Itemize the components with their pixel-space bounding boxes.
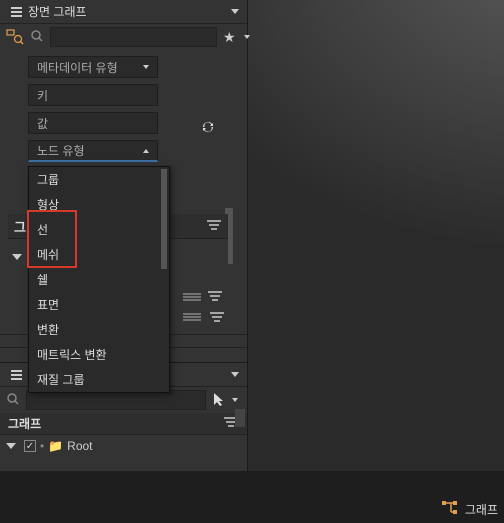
metadata-type-dropdown[interactable]: 메타데이터 유형	[28, 56, 158, 78]
node-type-option[interactable]: 재질 그룹	[29, 367, 169, 392]
panel2-graph: 그래프 ✓ • 📁 Root	[0, 413, 247, 457]
dropdown-scrollbar[interactable]	[161, 169, 167, 269]
metadata-type-label: 메타데이터 유형	[37, 59, 118, 76]
search-icon	[6, 392, 20, 409]
expand-icon[interactable]	[6, 443, 16, 449]
tab-graph-label: 그래프	[465, 501, 498, 518]
node-type-option[interactable]: 매트릭스 변환	[29, 342, 169, 367]
graph-tab-icon	[441, 500, 459, 519]
tab-graph[interactable]: 그래프	[441, 500, 498, 519]
panel1-search-row: ★	[0, 24, 247, 50]
node-type-option[interactable]: 메쉬	[29, 242, 169, 267]
chevron-down-icon[interactable]	[231, 372, 239, 377]
filter-icon[interactable]	[209, 310, 225, 327]
node-type-label: 노드 유형	[37, 142, 85, 159]
node-type-option[interactable]: 선	[29, 217, 169, 242]
key-field[interactable]: 키	[28, 84, 158, 106]
refresh-button[interactable]	[197, 116, 219, 138]
node-type-option[interactable]: 표면	[29, 292, 169, 317]
cursor-icon[interactable]	[212, 391, 226, 410]
panel2-search-input[interactable]	[26, 390, 206, 410]
value-field[interactable]: 값	[28, 112, 158, 134]
node-type-options-list: 그룹 형상 선 메쉬 쉘 표면 변환 매트릭스 변환 재질 그룹	[28, 166, 170, 393]
filter-icon[interactable]	[207, 289, 223, 306]
node-type-dropdown[interactable]: 노드 유형	[28, 140, 158, 162]
root-label: Root	[67, 439, 92, 453]
chevron-down-icon[interactable]	[231, 9, 239, 14]
list-icon	[8, 368, 22, 382]
panel2-scrollbar[interactable]	[235, 409, 245, 427]
node-type-option[interactable]: 그룹	[29, 167, 169, 192]
favorites-menu-chevron[interactable]	[244, 35, 250, 39]
menu-icon[interactable]	[183, 310, 201, 324]
bottom-bar: 그래프	[0, 471, 504, 523]
value-label: 값	[37, 115, 48, 132]
favorites-icon[interactable]: ★	[223, 29, 236, 46]
list-icon	[8, 5, 22, 19]
chevron-up-icon	[143, 149, 149, 153]
node-type-option[interactable]: 쉘	[29, 267, 169, 292]
menu-icon[interactable]	[183, 290, 201, 304]
visibility-checkbox[interactable]: ✓	[24, 440, 36, 452]
panel1-search-input[interactable]	[50, 27, 217, 47]
viewport[interactable]	[247, 0, 504, 471]
node-type-option[interactable]: 형상	[29, 192, 169, 217]
key-label: 키	[37, 87, 48, 104]
bullet-icon: •	[40, 439, 44, 453]
filter-icon[interactable]	[206, 218, 222, 235]
panel2-graph-label: 그래프	[8, 415, 41, 432]
filter-block: 메타데이터 유형 키 값 노드 유형	[0, 50, 247, 172]
folder-icon: 📁	[48, 439, 63, 453]
cursor-menu-chevron[interactable]	[232, 398, 238, 402]
find-replace-icon[interactable]	[6, 29, 24, 45]
chevron-down-icon	[143, 65, 149, 69]
expand-icon[interactable]	[12, 254, 22, 260]
node-type-option[interactable]: 변환	[29, 317, 169, 342]
tree-row-root[interactable]: ✓ • 📁 Root	[0, 435, 247, 457]
side-panel: 장면 그래프 ★ 메타데이터 유형 키 값 노드 유형	[0, 0, 247, 471]
panel2-graph-header: 그래프	[0, 413, 247, 435]
panel1-title: 장면 그래프	[28, 3, 225, 20]
panel1-header: 장면 그래프	[0, 0, 247, 24]
search-icon	[30, 29, 44, 46]
